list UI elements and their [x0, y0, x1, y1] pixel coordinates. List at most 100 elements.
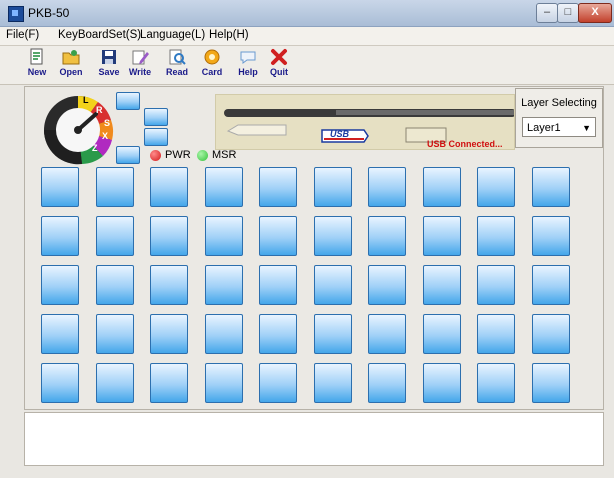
new-button[interactable]: New: [22, 48, 52, 82]
title-bar: PKB-50 – □ X: [0, 0, 614, 27]
menu-keyboardset[interactable]: KeyBoardSet(S): [58, 29, 141, 41]
key-button-r4-c3[interactable]: [150, 314, 188, 354]
new-file-icon: [30, 48, 43, 65]
layer-selecting-group: Layer Selecting Layer1 ▼: [515, 88, 603, 148]
dial-label-z: Z: [92, 143, 98, 153]
save-button[interactable]: Save: [94, 48, 124, 82]
chevron-down-icon: ▼: [582, 123, 591, 133]
open-label: Open: [59, 67, 83, 77]
open-button[interactable]: Open: [56, 48, 86, 82]
key-button-r5-c4[interactable]: [205, 363, 243, 403]
output-text-area[interactable]: [24, 412, 604, 466]
key-button-r2-c3[interactable]: [150, 216, 188, 256]
key-button-r5-c9[interactable]: [477, 363, 515, 403]
quit-cross-icon: [271, 49, 287, 65]
open-folder-icon: [62, 50, 80, 65]
key-button-r4-c10[interactable]: [532, 314, 570, 354]
window-title: PKB-50: [28, 6, 70, 20]
key-button-r2-c7[interactable]: [368, 216, 406, 256]
app-window: PKB-50 – □ X File(F) KeyBoardSet(S) Lang…: [0, 0, 614, 478]
minimize-button[interactable]: –: [536, 3, 558, 23]
small-key-1[interactable]: [116, 92, 140, 110]
key-button-r2-c2[interactable]: [96, 216, 134, 256]
key-button-r5-c3[interactable]: [150, 363, 188, 403]
save-label: Save: [98, 67, 120, 77]
pwr-led: [150, 150, 161, 161]
key-button-r1-c1[interactable]: [41, 167, 79, 207]
key-button-r2-c10[interactable]: [532, 216, 570, 256]
write-label: Write: [128, 67, 152, 77]
menu-help[interactable]: Help(H): [209, 29, 249, 41]
key-button-r3-c3[interactable]: [150, 265, 188, 305]
dial-label-l: L: [83, 95, 89, 105]
key-button-r1-c10[interactable]: [532, 167, 570, 207]
key-button-r1-c6[interactable]: [314, 167, 352, 207]
key-button-r5-c8[interactable]: [423, 363, 461, 403]
key-button-r5-c6[interactable]: [314, 363, 352, 403]
key-button-r2-c6[interactable]: [314, 216, 352, 256]
key-button-r1-c3[interactable]: [150, 167, 188, 207]
layer-select[interactable]: Layer1 ▼: [522, 117, 596, 137]
key-button-r4-c9[interactable]: [477, 314, 515, 354]
key-button-r2-c5[interactable]: [259, 216, 297, 256]
menu-language[interactable]: Language(L): [140, 29, 205, 41]
key-button-r4-c6[interactable]: [314, 314, 352, 354]
key-button-r4-c1[interactable]: [41, 314, 79, 354]
close-button[interactable]: X: [578, 3, 612, 23]
card-gear-icon: [204, 49, 220, 65]
key-button-r5-c7[interactable]: [368, 363, 406, 403]
quit-label: Quit: [270, 67, 288, 77]
write-button[interactable]: Write: [125, 48, 155, 82]
dial-label-x: X: [102, 131, 109, 141]
dial-label-r: R: [96, 105, 103, 115]
key-button-r2-c9[interactable]: [477, 216, 515, 256]
key-button-r3-c2[interactable]: [96, 265, 134, 305]
key-button-r5-c10[interactable]: [532, 363, 570, 403]
key-button-r3-c4[interactable]: [205, 265, 243, 305]
key-button-r4-c7[interactable]: [368, 314, 406, 354]
key-button-r1-c4[interactable]: [205, 167, 243, 207]
key-button-r4-c4[interactable]: [205, 314, 243, 354]
help-button[interactable]: Help: [233, 48, 263, 82]
card-button[interactable]: Card: [197, 48, 227, 82]
menu-file[interactable]: File(F): [6, 29, 39, 41]
key-button-r5-c2[interactable]: [96, 363, 134, 403]
small-key-2[interactable]: [144, 108, 168, 126]
key-button-r4-c5[interactable]: [259, 314, 297, 354]
key-button-r4-c8[interactable]: [423, 314, 461, 354]
key-button-r1-c9[interactable]: [477, 167, 515, 207]
key-button-r4-c2[interactable]: [96, 314, 134, 354]
quit-button[interactable]: Quit: [264, 48, 294, 82]
read-label: Read: [165, 67, 188, 77]
maximize-button[interactable]: □: [557, 3, 579, 23]
key-button-r5-c1[interactable]: [41, 363, 79, 403]
key-button-r2-c1[interactable]: [41, 216, 79, 256]
key-button-r2-c8[interactable]: [423, 216, 461, 256]
layer-select-value: Layer1: [527, 122, 561, 134]
key-button-r1-c2[interactable]: [96, 167, 134, 207]
new-label: New: [27, 67, 47, 77]
key-button-r3-c6[interactable]: [314, 265, 352, 305]
key-button-r3-c8[interactable]: [423, 265, 461, 305]
key-button-r2-c4[interactable]: [205, 216, 243, 256]
key-button-r3-c5[interactable]: [259, 265, 297, 305]
key-button-r3-c9[interactable]: [477, 265, 515, 305]
read-button[interactable]: Read: [162, 48, 192, 82]
mode-dial[interactable]: [38, 94, 118, 166]
usb-status-text: USB Connected...: [427, 139, 503, 149]
small-key-3[interactable]: [144, 128, 168, 146]
key-button-r3-c7[interactable]: [368, 265, 406, 305]
key-button-r3-c1[interactable]: [41, 265, 79, 305]
key-button-r1-c8[interactable]: [423, 167, 461, 207]
help-label: Help: [238, 67, 258, 77]
toolbar: New Open Save Write Read Card Help Quit: [0, 46, 614, 85]
key-button-r3-c10[interactable]: [532, 265, 570, 305]
small-key-4[interactable]: [116, 146, 140, 164]
key-button-r5-c5[interactable]: [259, 363, 297, 403]
read-magnifier-icon: [169, 49, 186, 65]
app-icon: [8, 6, 24, 22]
card-label: Card: [201, 67, 223, 77]
key-button-r1-c5[interactable]: [259, 167, 297, 207]
key-button-r1-c7[interactable]: [368, 167, 406, 207]
pwr-label: PWR: [165, 149, 191, 161]
